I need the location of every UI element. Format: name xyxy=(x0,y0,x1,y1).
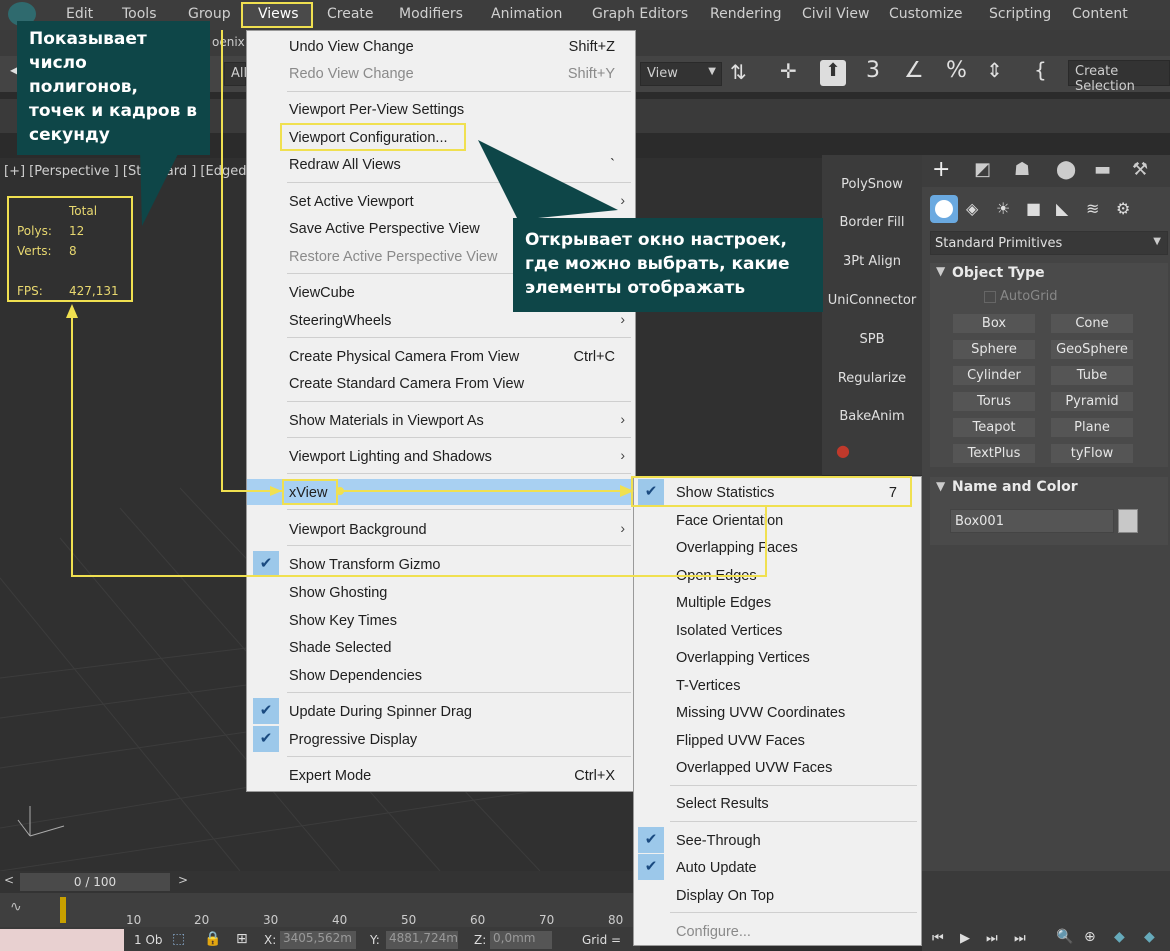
annotation-connectors xyxy=(66,30,767,577)
config-callout: Открывает окно настроек, где можно выбра… xyxy=(513,218,823,312)
